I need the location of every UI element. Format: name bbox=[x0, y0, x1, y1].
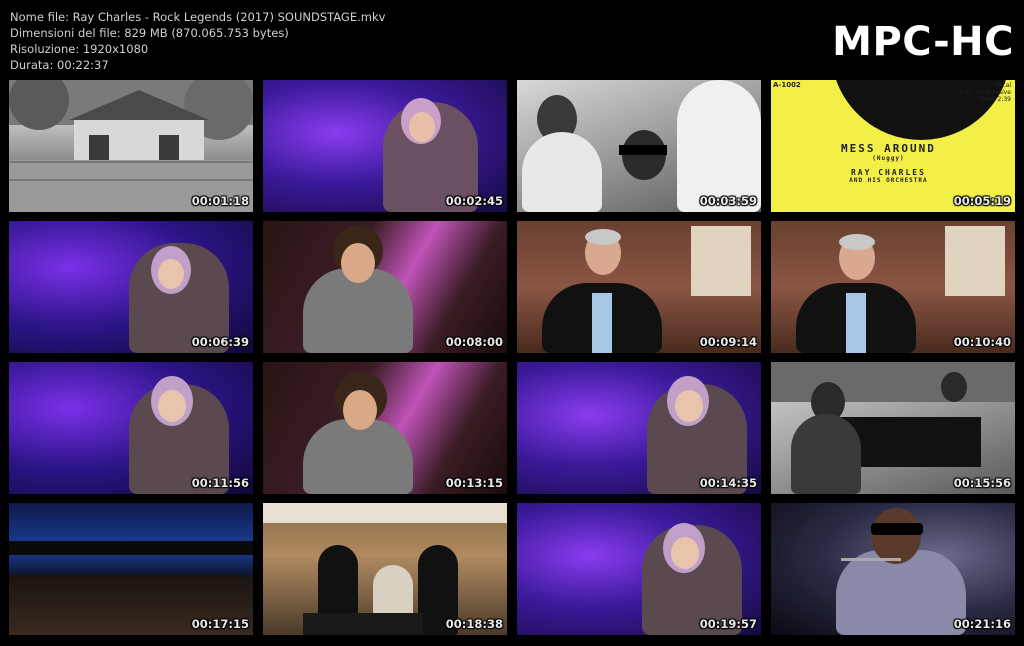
thumbnail[interactable]: 00:03:59 bbox=[517, 80, 761, 212]
record-title: MESS AROUND bbox=[841, 142, 936, 155]
duration: Durata: 00:22:37 bbox=[10, 58, 109, 72]
thumbnail[interactable]: 00:11:56 bbox=[9, 362, 253, 494]
thumbnail-image bbox=[771, 362, 1015, 494]
thumbnail-grid: 00:01:18 00:02:45 00:03:59 A-1002 Vocal … bbox=[9, 80, 1015, 635]
thumbnail-image bbox=[771, 221, 1015, 353]
timestamp: 00:08:00 bbox=[445, 335, 503, 349]
thumbnail[interactable]: 00:01:18 bbox=[9, 80, 253, 212]
thumbnail-image bbox=[9, 362, 253, 494]
timestamp: 00:18:38 bbox=[445, 617, 503, 631]
thumbnail[interactable]: 00:09:14 bbox=[517, 221, 761, 353]
thumbnail[interactable]: 00:14:35 bbox=[517, 362, 761, 494]
file-name: Nome file: Ray Charles - Rock Legends (2… bbox=[10, 10, 386, 24]
timestamp: 00:02:45 bbox=[445, 194, 503, 208]
thumbnail[interactable]: 00:17:15 bbox=[9, 503, 253, 635]
thumbnail[interactable]: A-1002 Vocal Pub., Progressive Time: 2:3… bbox=[771, 80, 1015, 212]
thumbnail[interactable]: 00:02:45 bbox=[263, 80, 507, 212]
timestamp: 00:15:56 bbox=[953, 476, 1011, 490]
timestamp: 00:21:16 bbox=[953, 617, 1011, 631]
timestamp: 00:13:15 bbox=[445, 476, 503, 490]
timestamp: 00:17:15 bbox=[191, 617, 249, 631]
thumbnail[interactable]: 00:06:39 bbox=[9, 221, 253, 353]
record-label: MESS AROUND (Nuggy) RAY CHARLES AND HIS … bbox=[841, 142, 936, 184]
thumbnail[interactable]: 00:13:15 bbox=[263, 362, 507, 494]
thumbnail-image bbox=[9, 221, 253, 353]
thumbnail-image bbox=[9, 80, 253, 212]
thumbnail-image bbox=[263, 362, 507, 494]
thumbnail[interactable]: 00:15:56 bbox=[771, 362, 1015, 494]
mpc-hc-logo: MPC-HC bbox=[832, 19, 1014, 65]
thumbnail-image bbox=[263, 503, 507, 635]
timestamp: 00:19:57 bbox=[699, 617, 757, 631]
record-catalog: A-1002 bbox=[773, 81, 801, 89]
timestamp: 00:03:59 bbox=[699, 194, 757, 208]
timestamp: 00:14:35 bbox=[699, 476, 757, 490]
resolution: Risoluzione: 1920x1080 bbox=[10, 42, 149, 56]
thumbnail-image bbox=[9, 503, 253, 635]
thumbnail[interactable]: 00:10:40 bbox=[771, 221, 1015, 353]
thumbnail-image: A-1002 Vocal Pub., Progressive Time: 2:3… bbox=[771, 80, 1015, 212]
timestamp: 00:09:14 bbox=[699, 335, 757, 349]
timestamp: 00:01:18 bbox=[191, 194, 249, 208]
timestamp: 00:11:56 bbox=[191, 476, 249, 490]
thumbnail-image bbox=[517, 503, 761, 635]
thumbnail-image bbox=[517, 80, 761, 212]
file-info: Nome file: Ray Charles - Rock Legends (2… bbox=[10, 9, 385, 73]
thumbnail-image bbox=[263, 221, 507, 353]
thumbnail[interactable]: 00:21:16 bbox=[771, 503, 1015, 635]
thumbnail[interactable]: 00:08:00 bbox=[263, 221, 507, 353]
timestamp: 00:06:39 bbox=[191, 335, 249, 349]
thumbnail-image bbox=[771, 503, 1015, 635]
thumbnail[interactable]: 00:19:57 bbox=[517, 503, 761, 635]
timestamp: 00:05:19 bbox=[953, 194, 1011, 208]
thumbnail-image bbox=[263, 80, 507, 212]
thumbnail-image bbox=[517, 362, 761, 494]
thumbnail[interactable]: 00:18:38 bbox=[263, 503, 507, 635]
thumbnail-image bbox=[517, 221, 761, 353]
file-size: Dimensioni del file: 829 MB (870.065.753… bbox=[10, 26, 289, 40]
timestamp: 00:10:40 bbox=[953, 335, 1011, 349]
